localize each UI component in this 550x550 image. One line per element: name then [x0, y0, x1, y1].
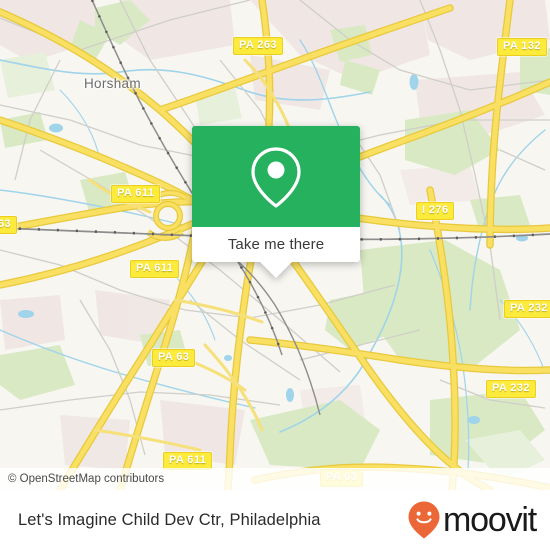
popup-cta-panel[interactable]: Take me there	[192, 227, 360, 262]
map-canvas[interactable]: Horsham PA 263 PA 132 PA 611 I 276 63 PA…	[0, 0, 550, 490]
route-shield[interactable]: PA 611	[111, 185, 161, 203]
route-shield[interactable]: I 276	[416, 202, 455, 220]
town-label-horsham: Horsham	[84, 76, 141, 91]
moovit-logo[interactable]: moovit	[407, 500, 537, 540]
moovit-smiley-pin-icon	[408, 501, 440, 539]
attribution-text: © OpenStreetMap contributors	[8, 473, 165, 485]
route-shield[interactable]: PA 263	[233, 37, 283, 55]
route-shield[interactable]: PA 232	[486, 380, 536, 398]
map-pin-icon	[251, 146, 301, 208]
popup-tail-pointer	[260, 262, 292, 278]
route-shield[interactable]: PA 63	[152, 349, 196, 367]
route-shield[interactable]: PA 611	[130, 260, 180, 278]
popup-icon-panel	[192, 126, 360, 227]
route-shield[interactable]: 63	[0, 216, 18, 234]
moovit-map-screen: Horsham PA 263 PA 132 PA 611 I 276 63 PA…	[0, 0, 550, 550]
take-me-there-label: Take me there	[227, 236, 325, 253]
destination-popup-card[interactable]: Take me there	[192, 126, 360, 278]
bottom-info-bar: Let's Imagine Child Dev Ctr, Philadelphi…	[0, 490, 550, 550]
route-shield[interactable]: PA 132	[497, 38, 547, 56]
route-shield[interactable]: PA 232	[504, 300, 550, 318]
moovit-wordmark: moovit	[443, 501, 537, 539]
place-title: Let's Imagine Child Dev Ctr, Philadelphi…	[18, 510, 321, 529]
map-attribution[interactable]: © OpenStreetMap contributors	[0, 468, 550, 490]
